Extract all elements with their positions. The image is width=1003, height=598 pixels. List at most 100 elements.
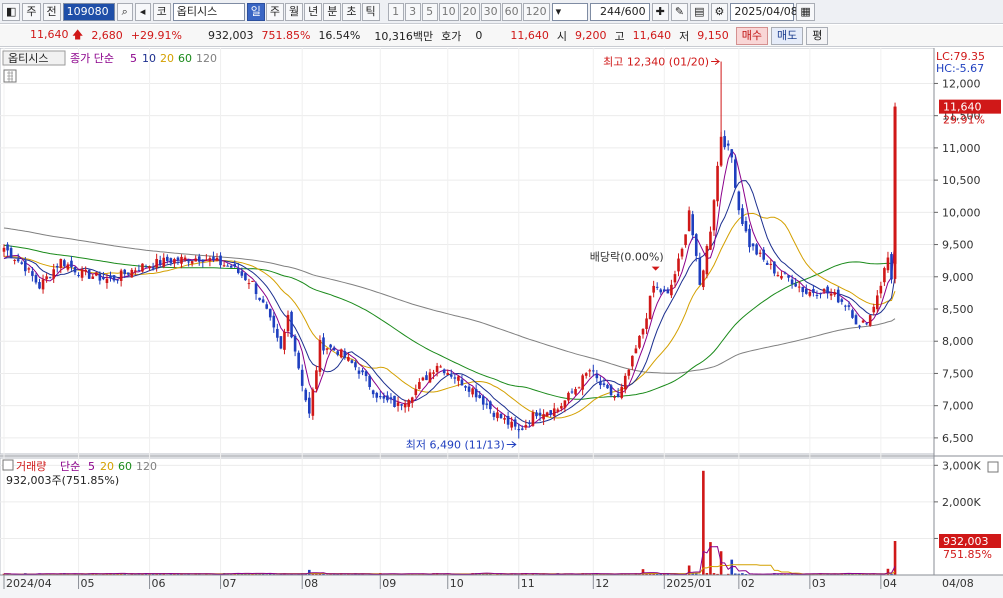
minute-button-30[interactable]: 30	[480, 2, 501, 21]
candle-body-147	[524, 425, 528, 428]
candle-body-226	[805, 288, 808, 294]
candle-body-139	[496, 412, 499, 419]
candle-body-197	[702, 270, 705, 288]
candle-body-238	[847, 305, 851, 307]
speaker-icon[interactable]: ◂	[134, 2, 151, 21]
candle-body-216	[769, 263, 773, 265]
candle-body-173	[616, 393, 620, 398]
eval-button[interactable]: 평	[806, 26, 829, 45]
period-tab-5[interactable]: 초	[342, 2, 361, 21]
candle-body-208	[741, 208, 744, 224]
x-tick-9: 2025/01	[666, 577, 712, 590]
custom-period-input[interactable]: ▾	[551, 2, 588, 21]
x-tick-11: 03	[812, 577, 826, 590]
x-tick-4: 08	[304, 577, 318, 590]
crosshair-icon[interactable]: ✚	[651, 2, 669, 21]
date-field[interactable]: 2025/04/08	[730, 2, 798, 21]
x-tick-3: 07	[223, 577, 237, 590]
stock-chart[interactable]: 6,500 7,000 7,500 8,000 8,500 9,000 9,500 10,00…	[0, 48, 1003, 598]
candle-body-166	[592, 370, 595, 372]
minute-button-60[interactable]: 60	[501, 2, 522, 21]
candle-body-86	[308, 397, 311, 414]
buy-button[interactable]: 매수	[735, 26, 768, 45]
candle-body-74	[265, 304, 268, 309]
candle-body-133	[474, 389, 478, 398]
period-tab-0[interactable]: 일	[246, 2, 265, 21]
prev-button[interactable]: 전	[42, 2, 61, 21]
minute-button-120[interactable]: 120	[522, 2, 550, 21]
candle-body-80	[286, 314, 290, 332]
candle-body-66	[237, 268, 240, 273]
candle-body-123	[439, 366, 442, 368]
volume-bar-251	[893, 540, 897, 575]
stock-name-field[interactable]: 옵티시스	[172, 2, 245, 21]
candle-body-3	[13, 259, 16, 261]
gear-icon[interactable]: ⚙	[710, 2, 729, 21]
vol-ma60-legend: 60	[118, 460, 132, 473]
candle-body-233	[829, 293, 833, 296]
candle-body-183	[652, 285, 655, 293]
candle-body-93	[332, 347, 336, 351]
candle-body-174	[620, 386, 623, 398]
candle-body-23	[84, 269, 87, 272]
x-tick-6: 10	[450, 577, 464, 590]
candle-body-103	[368, 375, 371, 387]
candle-body-9	[34, 275, 38, 283]
period-tab-6[interactable]: 틱	[361, 2, 380, 21]
stock-code-input[interactable]: 109080	[62, 2, 115, 21]
candle-body-46	[166, 256, 169, 261]
candle-body-126	[450, 375, 453, 377]
minute-button-5[interactable]: 5	[421, 2, 438, 21]
candle-body-94	[336, 351, 339, 355]
price-tick-3: 8,000	[942, 335, 974, 348]
sell-button[interactable]: 매도	[771, 26, 804, 45]
candle-body-230	[819, 293, 822, 295]
period-tab-4[interactable]: 분	[323, 2, 342, 21]
open-label: 시	[556, 29, 567, 43]
candle-body-186	[663, 289, 666, 292]
candle-body-38	[137, 270, 141, 272]
hoga-value: 0	[475, 29, 483, 42]
candle-body-83	[297, 352, 300, 369]
candle-body-169	[602, 383, 606, 386]
draw-tool-icon[interactable]: ✎	[670, 2, 689, 21]
candle-body-195	[694, 234, 698, 256]
candle-body-10	[38, 282, 41, 289]
minute-button-20[interactable]: 20	[459, 2, 480, 21]
volume-title: 거래량	[16, 460, 46, 473]
last-volume-label: 932,003	[943, 535, 989, 548]
hoga-label: 호가	[441, 29, 462, 43]
market-button[interactable]: 코	[152, 2, 171, 21]
candle-body-54	[194, 258, 197, 262]
minute-button-3[interactable]: 3	[404, 2, 421, 21]
candle-body-25	[91, 276, 95, 279]
candle-body-142	[506, 415, 510, 425]
dividend-annotation: 배당락(0.00%)	[590, 251, 664, 264]
candle-body-55	[197, 256, 201, 262]
menu-icon[interactable]: ◧	[2, 2, 21, 21]
candle-body-67	[240, 271, 244, 276]
candle-body-242	[861, 320, 865, 323]
minute-button-10[interactable]: 10	[438, 2, 459, 21]
save-icon[interactable]: ▤	[690, 2, 709, 21]
period-tab-3[interactable]: 년	[304, 2, 323, 21]
data-count-field[interactable]: 244/600	[589, 2, 650, 21]
candle-body-98	[350, 360, 354, 363]
candle-body-246	[876, 295, 879, 310]
candle-body-187	[666, 289, 670, 294]
candle-body-19	[70, 260, 73, 268]
low-label: 저	[679, 29, 690, 43]
calendar-icon[interactable]: ▦	[796, 2, 815, 21]
candle-body-245	[872, 306, 876, 313]
minute-button-1[interactable]: 1	[387, 2, 404, 21]
last-volume-pct: 751.85%	[943, 548, 992, 561]
volume-panel-toggle-icon[interactable]	[2, 459, 14, 471]
volume-panel-menu-icon[interactable]	[987, 461, 999, 473]
search-icon[interactable]: ⌕	[116, 2, 133, 21]
candle-body-84	[300, 369, 304, 386]
candle-body-223	[794, 283, 797, 287]
period-tab-2[interactable]: 월	[285, 2, 304, 21]
period-select[interactable]: 주	[22, 2, 41, 21]
x-tick-7: 11	[521, 577, 535, 590]
period-tab-1[interactable]: 주	[265, 2, 285, 21]
